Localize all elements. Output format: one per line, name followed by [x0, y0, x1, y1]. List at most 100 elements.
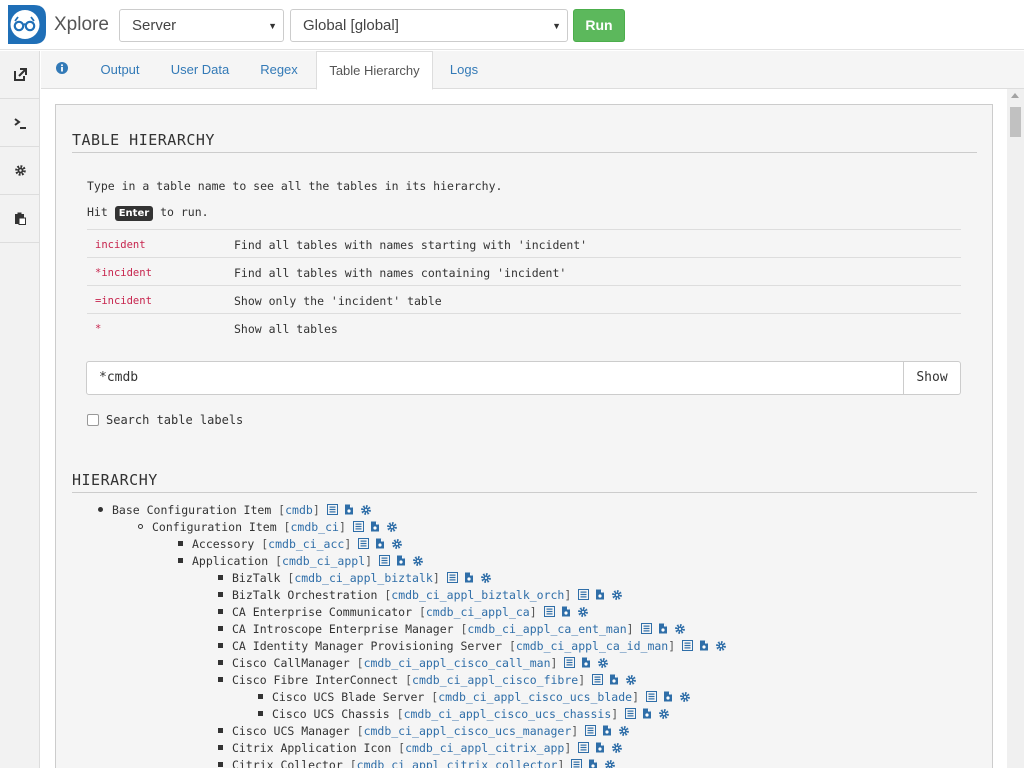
list-icon[interactable] [578, 742, 590, 753]
file-icon[interactable] [609, 674, 619, 685]
tab-user-data[interactable]: User Data [165, 51, 235, 89]
gear-icon[interactable] [618, 725, 630, 737]
gear-icon[interactable] [611, 589, 623, 601]
rail-item-script[interactable] [0, 99, 40, 147]
gear-icon[interactable] [360, 504, 372, 516]
tree-node-actions [379, 555, 430, 567]
gear-icon[interactable] [625, 674, 637, 686]
list-icon[interactable] [326, 504, 338, 515]
file-icon[interactable] [658, 623, 668, 634]
tree-node-table-name[interactable]: cmdb_ci_appl_cisco_call_man [364, 656, 551, 670]
tab-table-hierarchy[interactable]: Table Hierarchy [316, 51, 433, 90]
tree-node-table-name[interactable]: cmdb_ci_appl_cisco_ucs_chassis [404, 707, 612, 721]
file-icon[interactable] [602, 725, 612, 736]
list-icon[interactable] [543, 606, 555, 617]
tree-node-table-name[interactable]: cmdb [285, 503, 313, 517]
tree-node-label: BizTalk [232, 570, 281, 585]
rail-item-open[interactable] [0, 51, 40, 99]
rail-item-clipboard[interactable] [0, 195, 40, 243]
file-icon[interactable] [642, 708, 652, 719]
bracket-open: [ [271, 502, 286, 517]
tree-node-table-name[interactable]: cmdb_ci_appl_cisco_ucs_blade [438, 690, 632, 704]
tab-info[interactable] [49, 51, 75, 89]
tab-logs[interactable]: Logs [443, 51, 485, 89]
table-search-input[interactable]: *cmdb [86, 361, 904, 395]
gear-icon[interactable] [674, 623, 686, 635]
tab-output[interactable]: Output [95, 51, 145, 89]
tree-node-table-name[interactable]: cmdb_ci_appl_biztalk_orch [391, 588, 564, 602]
file-icon[interactable] [464, 572, 474, 583]
gear-icon[interactable] [604, 759, 616, 768]
bracket-open: [ [502, 638, 516, 653]
gear-icon[interactable] [611, 742, 623, 754]
search-labels-option[interactable]: Search table labels [87, 413, 243, 427]
tree-node-label: CA Introscope Enterprise Manager [232, 621, 454, 636]
server-select[interactable]: Server ▼ [119, 9, 284, 42]
file-icon[interactable] [396, 555, 406, 566]
file-icon[interactable] [561, 606, 571, 617]
list-icon[interactable] [578, 589, 590, 600]
file-icon[interactable] [370, 521, 380, 532]
tree-node-table-name[interactable]: cmdb_ci_appl_ca_ent_man [467, 622, 626, 636]
tree-bullet [218, 677, 223, 682]
gear-icon[interactable] [412, 555, 424, 567]
bracket-close: ] [564, 740, 572, 755]
show-button[interactable]: Show [903, 361, 961, 395]
scroll-up-icon[interactable] [1011, 93, 1019, 98]
tree-node-table-name[interactable]: cmdb_ci_appl_cisco_fibre [412, 673, 578, 687]
tree-node: Citrix Application Icon [cmdb_ci_appl_ci… [218, 739, 629, 756]
gear-icon[interactable] [679, 691, 691, 703]
file-icon[interactable] [699, 640, 709, 651]
tree-node-table-name[interactable]: cmdb_ci_acc [268, 537, 344, 551]
list-icon[interactable] [640, 623, 652, 634]
tree-node-table-name[interactable]: cmdb_ci [290, 520, 338, 534]
tree-node-label: Citrix Collector [232, 757, 343, 768]
tree-node-table-name[interactable]: cmdb_ci_appl_citrix_app [405, 741, 564, 755]
gear-icon[interactable] [577, 606, 589, 618]
tree-node-table-name[interactable]: cmdb_ci_appl_citrix_collector [357, 758, 558, 768]
scope-select[interactable]: Global [global] ▼ [290, 9, 568, 42]
gear-icon[interactable] [715, 640, 727, 652]
gear-icon[interactable] [391, 538, 403, 550]
tree-node-table-name[interactable]: cmdb_ci_appl_biztalk [294, 571, 432, 585]
tab-regex[interactable]: Regex [255, 51, 303, 89]
search-labels-checkbox[interactable] [87, 414, 99, 426]
list-icon[interactable] [592, 674, 604, 685]
list-icon[interactable] [646, 691, 657, 702]
list-icon[interactable] [379, 555, 391, 566]
tree-node-actions [585, 725, 636, 737]
tree-node-table-name[interactable]: cmdb_ci_appl_ca [426, 605, 530, 619]
list-icon[interactable] [625, 708, 637, 719]
file-icon[interactable] [595, 589, 605, 600]
run-button[interactable]: Run [573, 9, 625, 42]
bracket-open: [ [342, 757, 357, 768]
list-icon[interactable] [571, 759, 583, 768]
bracket-open: [ [254, 536, 269, 551]
example-code: * [95, 323, 102, 335]
scroll-thumb[interactable] [1010, 107, 1021, 137]
file-icon[interactable] [375, 538, 385, 549]
list-icon[interactable] [682, 640, 694, 651]
file-icon[interactable] [595, 742, 605, 753]
file-icon[interactable] [588, 759, 598, 768]
list-icon[interactable] [446, 572, 458, 583]
file-icon[interactable] [581, 657, 591, 668]
tree-node-actions [446, 572, 498, 584]
file-icon[interactable] [663, 691, 673, 702]
list-icon[interactable] [358, 538, 370, 549]
list-icon[interactable] [585, 725, 597, 736]
tree-node-table-name[interactable]: cmdb_ci_appl_ca_id_man [516, 639, 668, 653]
bracket-close: ] [550, 655, 558, 670]
page-scrollbar[interactable] [1007, 89, 1024, 768]
gear-icon[interactable] [386, 521, 398, 533]
server-select-value: Server [132, 17, 177, 34]
list-icon[interactable] [564, 657, 576, 668]
tree-node-table-name[interactable]: cmdb_ci_appl [282, 554, 365, 568]
gear-icon[interactable] [480, 572, 492, 584]
gear-icon[interactable] [658, 708, 670, 720]
gear-icon[interactable] [597, 657, 609, 669]
rail-item-settings[interactable] [0, 147, 40, 195]
tree-node-table-name[interactable]: cmdb_ci_appl_cisco_ucs_manager [364, 724, 572, 738]
file-icon[interactable] [344, 504, 354, 515]
list-icon[interactable] [352, 521, 364, 532]
